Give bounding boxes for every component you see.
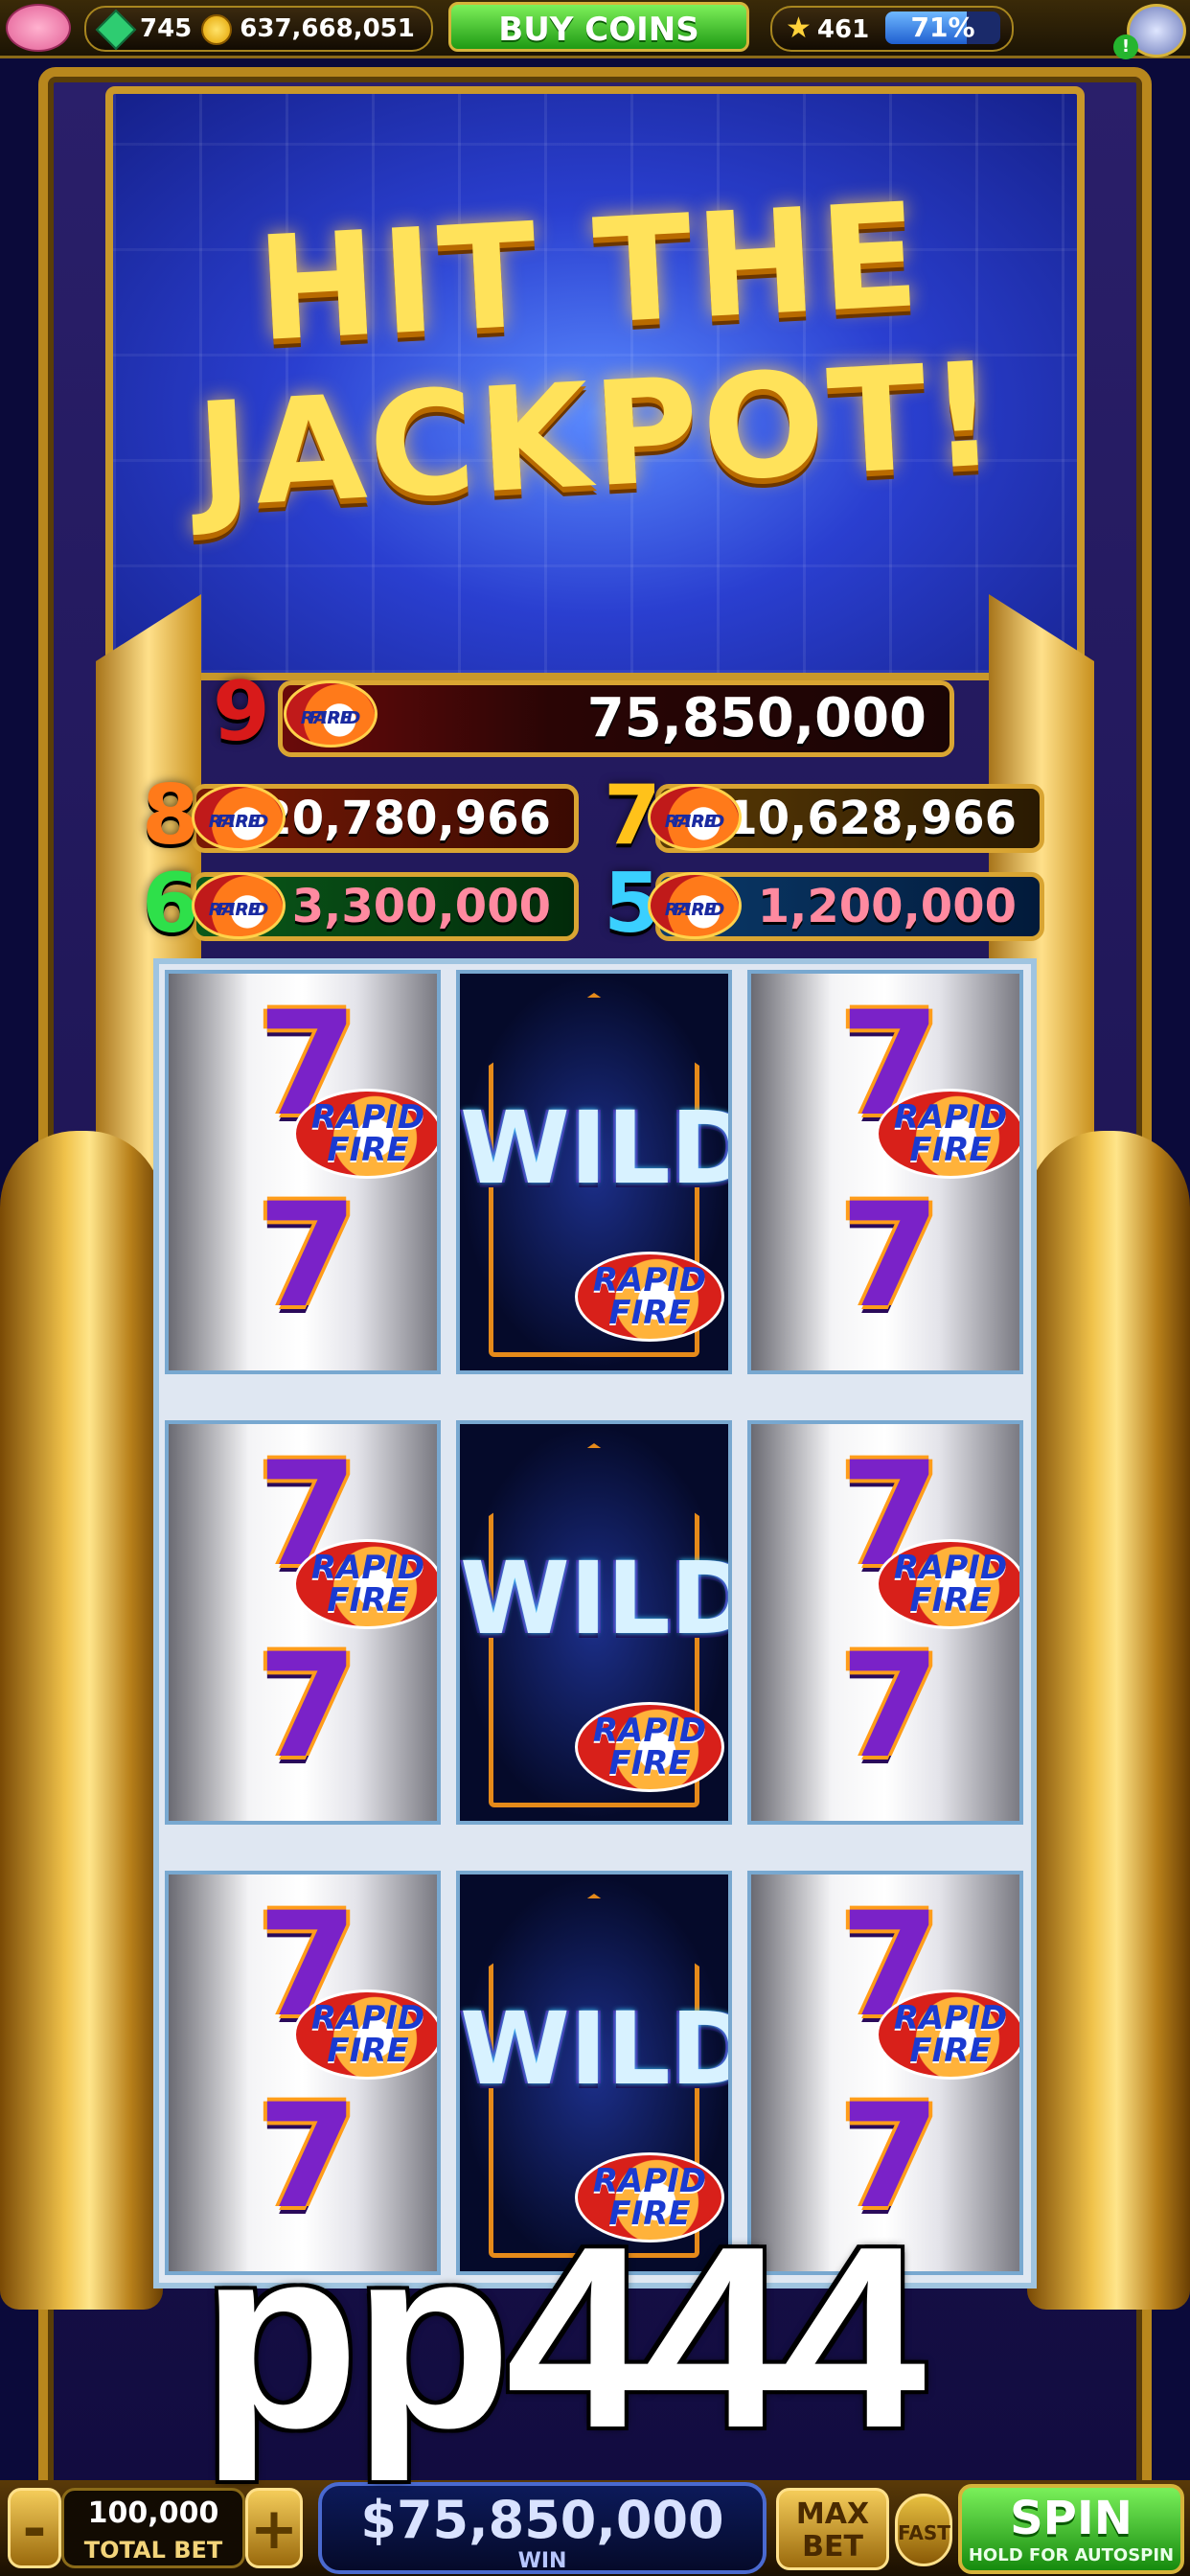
watermark-text: pp444 — [201, 2194, 926, 2482]
gold-statue-left — [0, 1131, 163, 2310]
reel-cell-double-seven: 7 7 RAPID FIRE — [747, 970, 1023, 1374]
seven-symbol: 7 — [257, 1623, 358, 1790]
rapid-fire-icon: RAPID FIRE — [876, 1990, 1019, 2080]
jackpot-9-count: 9 — [213, 664, 270, 760]
max-bet-label-line1: MAX — [795, 2497, 870, 2531]
total-bet-label: TOTAL BET — [83, 2537, 223, 2564]
rapid-fire-icon: RAPID FIRE — [192, 784, 286, 851]
gold-statue-right — [1027, 1131, 1190, 2310]
top-bar: 745 637,668,051 BUY COINS ★ 461 71% ! — [0, 0, 1190, 59]
rapid-fire-icon: RAPID FIRE — [293, 1990, 437, 2080]
rapid-fire-icon: RAPID FIRE — [648, 784, 742, 851]
max-bet-label-line2: BET — [802, 2530, 863, 2564]
reel-cell-double-seven: 7 7 RAPID FIRE — [165, 1420, 441, 1825]
reel-cell-wild: WILD RAPID FIRE — [456, 1420, 732, 1825]
seven-symbol: 7 — [839, 1173, 941, 1340]
fast-toggle[interactable]: FAST — [895, 2494, 952, 2566]
rapid-fire-icon: RAPID FIRE — [648, 872, 742, 939]
reel-cell-double-seven: 7 7 RAPID FIRE — [747, 1420, 1023, 1825]
rapid-fire-icon: RAPID FIRE — [876, 1089, 1019, 1179]
jackpot-6-value: 3,300,000 — [291, 880, 551, 933]
wild-symbol: WILD — [460, 1990, 732, 2107]
level-percent: 71% — [910, 12, 975, 43]
level-pill[interactable]: ★ 461 71% — [770, 6, 1014, 52]
wild-symbol: WILD — [460, 1540, 732, 1657]
jackpot-banner-title: HIT THE JACKPOT! — [126, 172, 1061, 540]
reel-cell-double-seven: 7 7 RAPID FIRE — [165, 970, 441, 1374]
autospin-hint: HOLD FOR AUTOSPIN — [968, 2545, 1175, 2565]
jackpot-8-count: 8 — [142, 768, 199, 863]
decrease-bet-button[interactable]: - — [8, 2488, 61, 2568]
rapid-fire-icon: RAPID FIRE — [575, 1252, 724, 1342]
jackpot-9-value: 75,850,000 — [586, 687, 927, 749]
wild-symbol: WILD — [460, 1090, 732, 1207]
jackpot-8-value: 20,780,966 — [260, 792, 551, 845]
total-bet-value: 100,000 — [87, 2496, 219, 2530]
rapid-fire-icon: RAPID FIRE — [192, 872, 286, 939]
gem-icon — [95, 9, 137, 50]
star-count: 461 — [816, 15, 870, 44]
seven-symbol: 7 — [839, 1623, 941, 1790]
currency-pill: 745 637,668,051 — [84, 6, 433, 52]
rapid-fire-icon: RAPID FIRE — [293, 1089, 437, 1179]
win-label: WIN — [517, 2549, 567, 2573]
rapid-fire-icon: RAPID FIRE — [293, 1539, 437, 1629]
buy-coins-button[interactable]: BUY COINS — [448, 2, 749, 52]
notification-badge: ! — [1113, 34, 1138, 59]
piggy-bank-icon[interactable] — [6, 4, 71, 52]
rapid-fire-icon: RAPID FIRE — [876, 1539, 1019, 1629]
coin-balance: 637,668,051 — [240, 14, 415, 43]
reel-grid: 7 7 RAPID FIRE WILD RAPID FIRE 7 7 RAPID FI… — [153, 958, 1037, 2288]
rapid-fire-icon: RAPID FIRE — [284, 680, 378, 748]
gem-count: 745 — [140, 14, 193, 43]
star-icon: ★ — [786, 12, 812, 45]
jackpot-5-value: 1,200,000 — [757, 880, 1017, 933]
rapid-fire-icon: RAPID FIRE — [575, 1702, 724, 1792]
jackpot-9-bar: 75,850,000 — [278, 680, 954, 757]
reel-cell-wild: WILD RAPID FIRE — [456, 970, 732, 1374]
jackpot-6-count: 6 — [142, 856, 199, 952]
level-progress-bar: 71% — [885, 12, 1000, 44]
jackpot-7-value: 10,628,966 — [725, 792, 1017, 845]
seven-symbol: 7 — [257, 1173, 358, 1340]
coin-icon — [201, 13, 233, 45]
